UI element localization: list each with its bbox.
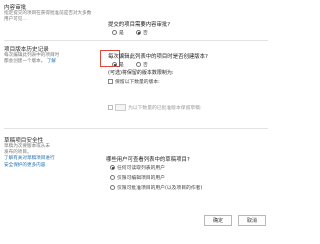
versioning-no-radio[interactable] [136, 62, 141, 67]
versioning-question: 每次编辑此列表中的项目时是否创建版本? [108, 54, 208, 60]
versioning-description: 每次编辑此列表中的项目时 都会创建一个版本。 了解 [4, 53, 60, 65]
draft-security-learn-link[interactable]: 了解有关对草稿项目进行 安全保护的更多内容 [4, 156, 55, 167]
versioning-no-option[interactable]: 否 [136, 61, 148, 68]
content-approval-yes-radio[interactable] [112, 30, 117, 35]
section-divider [4, 40, 268, 41]
section-divider [4, 128, 268, 129]
versioning-limit-question: (可选)将保留的版本数限制为: [108, 70, 174, 76]
cancel-button[interactable]: 取消 [238, 215, 266, 226]
draft-visibility-editors-radio[interactable] [110, 175, 115, 180]
draft-security-description: 草稿为次要版本或从未 发布的项目。 了解有关对草稿项目进行 安全保护的更多内容 [4, 144, 55, 168]
draft-visibility-readers-radio[interactable] [110, 165, 115, 170]
content-approval-question: 提交的项目需要内容审批? [108, 22, 171, 28]
content-approval-no-option[interactable]: 否 [136, 29, 148, 36]
draft-security-heading: 草稿项目安全性 [4, 138, 44, 144]
keep-versions-option[interactable]: 保留以下数量的版本: [108, 78, 160, 85]
versioning-heading: 项目版本历史记录 [4, 47, 49, 53]
draft-visibility-option-editors[interactable]: 仅限可编辑项目的用户 [110, 174, 165, 181]
keep-drafts-count-input[interactable] [115, 104, 126, 111]
content-approval-heading: 内容审批 [4, 5, 27, 11]
keep-drafts-checkbox[interactable] [108, 105, 113, 110]
content-approval-description: 指定提交的项目在获得批准前是否对大多数用户可见… [4, 11, 92, 23]
versioning-learn-link[interactable]: 了解 [47, 59, 56, 64]
keep-drafts-option[interactable]: 为以下数量的已批准版本保留草稿: [108, 104, 202, 111]
draft-security-question: 哪些用户可查看列表中的草稿项目? [106, 157, 190, 163]
draft-visibility-approvers-radio[interactable] [110, 185, 115, 190]
versioning-yes-option[interactable]: 是 [112, 61, 124, 68]
versioning-yes-radio[interactable] [112, 62, 117, 67]
keep-versions-checkbox[interactable] [108, 79, 113, 84]
draft-visibility-option-approvers[interactable]: 仅限可批准项目的用户(以及项目的作者) [110, 184, 202, 191]
content-approval-yes-option[interactable]: 是 [112, 29, 124, 36]
content-approval-no-radio[interactable] [136, 30, 141, 35]
ok-button[interactable]: 确定 [204, 215, 232, 226]
draft-visibility-option-readers[interactable]: 任何可读取列表的用户 [110, 164, 165, 171]
